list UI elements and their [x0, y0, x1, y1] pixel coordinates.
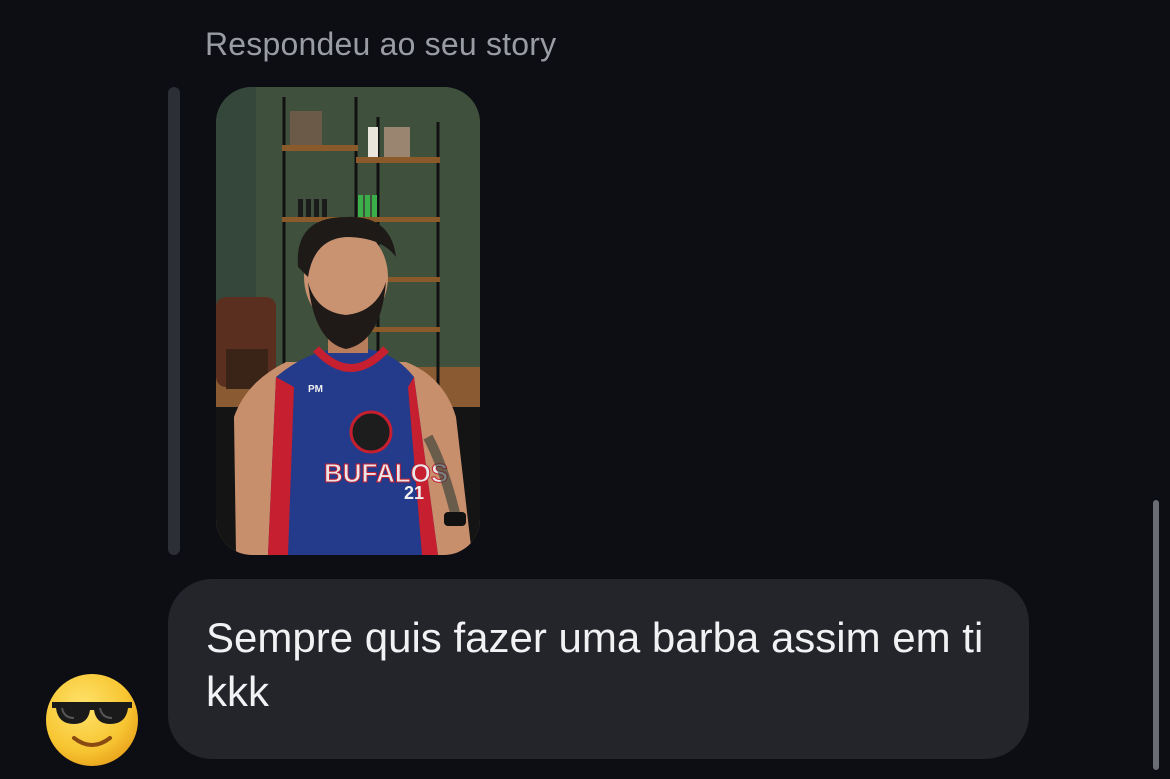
- message-bubble[interactable]: Sempre quis fazer uma barba assim em ti …: [168, 579, 1029, 759]
- jersey-number: 21: [404, 483, 424, 503]
- jersey-brand: PM: [308, 384, 323, 395]
- story-thumbnail[interactable]: BUFALOS 21 PM: [216, 87, 480, 555]
- story-image: BUFALOS 21 PM: [216, 87, 480, 555]
- sender-avatar[interactable]: [44, 672, 140, 768]
- jersey-team-text: BUFALOS: [324, 458, 448, 488]
- message-text: Sempre quis fazer uma barba assim em ti …: [206, 614, 984, 715]
- sunglasses-emoji-icon: [46, 674, 138, 766]
- reply-indicator-bar: [168, 87, 180, 555]
- reply-caption: Respondeu ao seu story: [205, 26, 557, 62]
- scrollbar[interactable]: [1153, 500, 1159, 770]
- chat-screen: Respondeu ao seu story BUFALOS 21 PM Sem…: [0, 0, 1170, 779]
